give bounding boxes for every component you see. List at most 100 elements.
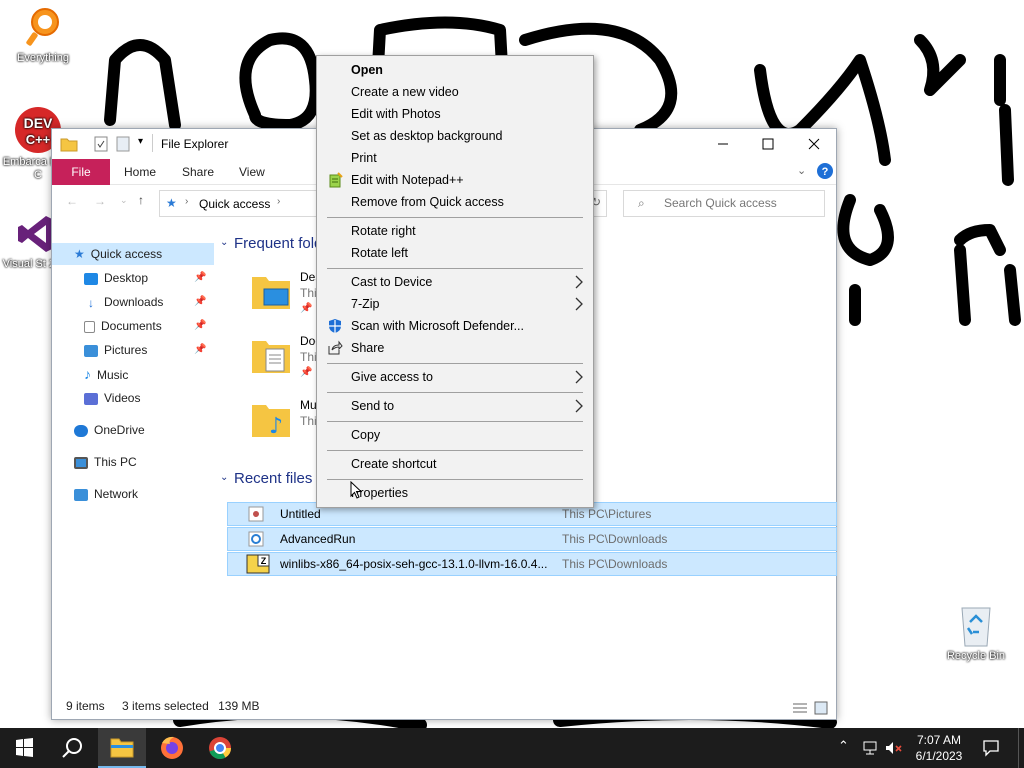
menu-item-edit-with-photos[interactable]: Edit with Photos [351, 103, 441, 125]
help-icon[interactable]: ? [817, 163, 833, 179]
menu-item-print[interactable]: Print [351, 147, 377, 169]
status-selected-size: 139 MB [218, 699, 260, 713]
start-icon[interactable] [0, 728, 48, 768]
recent-files-header[interactable]: Recent files ( [234, 470, 322, 487]
tab-home[interactable]: Home [110, 162, 170, 183]
pin-icon: 📌 [194, 296, 207, 307]
desktop-icon-everything[interactable]: Everything [5, 6, 81, 65]
sidebar: ★ Quick access Desktop 📌 ↓ Downloads 📌 Doc… [52, 235, 214, 705]
menu-separator [327, 363, 583, 364]
menu-item-share[interactable]: Share [351, 337, 384, 359]
sidebar-item-music[interactable]: ♪ Music [84, 363, 128, 385]
frequent-folders-header[interactable]: Frequent fold [234, 235, 322, 252]
svg-text:♪: ♪ [269, 414, 283, 439]
back-icon[interactable]: ← [66, 194, 78, 208]
sidebar-item-label: Documents [101, 319, 162, 333]
minimize-icon[interactable] [716, 137, 730, 151]
menu-item-create-new-video[interactable]: Create a new video [351, 81, 459, 103]
notification-center-icon[interactable] [982, 739, 1000, 757]
sidebar-item-desktop[interactable]: Desktop [84, 267, 148, 289]
defender-shield-icon [329, 319, 341, 333]
menu-item-rotate-right[interactable]: Rotate right [351, 220, 416, 242]
svg-text:DEV: DEV [24, 115, 53, 131]
chrome-icon[interactable] [196, 728, 244, 768]
qat-dropdown-icon[interactable]: ▾ [138, 136, 143, 147]
context-menu: Open Create a new video Edit with Photos… [316, 55, 594, 508]
status-item-count: 9 items [66, 699, 105, 713]
folder-icon [60, 138, 78, 152]
address-text[interactable]: Quick access [199, 197, 270, 211]
search-input[interactable]: ⌕ Search Quick access [623, 190, 825, 217]
menu-item-open[interactable]: Open [351, 59, 383, 81]
collapse-chevron-icon[interactable]: ⌄ [220, 472, 228, 483]
menu-separator [327, 268, 583, 269]
sidebar-item-network[interactable]: Network [74, 483, 138, 505]
magnifier-icon [26, 8, 59, 46]
music-icon: ♪ [84, 366, 91, 382]
menu-item-cast-to-device[interactable]: Cast to Device [351, 271, 432, 293]
download-icon: ↓ [88, 295, 94, 310]
tab-share[interactable]: Share [168, 162, 228, 183]
sidebar-item-pictures[interactable]: Pictures [84, 339, 147, 361]
maximize-icon[interactable] [761, 137, 775, 151]
menu-item-send-to[interactable]: Send to [351, 395, 394, 417]
videos-icon [84, 392, 98, 405]
clock[interactable]: 7:07 AM 6/1/2023 [906, 732, 972, 764]
firefox-icon[interactable] [148, 728, 196, 768]
tab-view[interactable]: View [225, 162, 279, 183]
breadcrumb-chevron-icon[interactable]: › [277, 196, 280, 207]
menu-item-edit-with-notepadpp[interactable]: Edit with Notepad++ [351, 169, 464, 191]
sidebar-item-label: Network [94, 487, 139, 501]
file-explorer-icon [110, 738, 134, 758]
desktop-folder-icon[interactable] [250, 271, 292, 313]
collapse-chevron-icon[interactable]: ⌄ [220, 237, 228, 248]
menu-item-remove-from-quick-access[interactable]: Remove from Quick access [351, 191, 504, 213]
tab-file[interactable]: File [52, 159, 110, 185]
taskbar: ⌃ 7:07 AM 6/1/2023 [0, 728, 1024, 768]
clock-date: 6/1/2023 [915, 749, 963, 763]
desktop-icon-recycle-bin[interactable]: Recycle Bin [938, 602, 1014, 663]
large-icons-view-icon[interactable] [814, 701, 828, 715]
desktop-icon [84, 272, 98, 285]
menu-item-7zip[interactable]: 7-Zip [351, 293, 379, 315]
search-icon[interactable] [48, 728, 96, 768]
volume-muted-icon[interactable] [884, 740, 904, 756]
recent-file-name: winlibs-x86_64-posix-seh-gcc-13.1.0-llvm… [280, 557, 548, 571]
music-folder-icon[interactable]: ♪ [250, 399, 292, 441]
properties-check-icon[interactable] [94, 136, 108, 152]
recent-file-row[interactable]: Z winlibs-x86_64-posix-seh-gcc-13.1.0-ll… [227, 552, 837, 576]
sidebar-item-this-pc[interactable]: This PC [74, 451, 137, 473]
menu-item-scan-with-defender[interactable]: Scan with Microsoft Defender... [351, 315, 524, 337]
menu-separator [327, 217, 583, 218]
file-explorer-taskbar-button[interactable] [98, 728, 146, 768]
sidebar-item-quick-access[interactable]: ★ Quick access [74, 243, 162, 265]
details-view-icon[interactable] [792, 702, 808, 714]
pictures-icon [84, 344, 98, 357]
sidebar-item-videos[interactable]: Videos [84, 387, 140, 409]
show-hidden-icons-chevron-icon[interactable]: ⌃ [838, 738, 849, 754]
forward-icon[interactable]: → [94, 194, 106, 208]
menu-item-rotate-left[interactable]: Rotate left [351, 242, 408, 264]
star-icon: ★ [166, 196, 177, 210]
ribbon-expand-icon[interactable]: ⌄ [797, 164, 806, 177]
up-icon[interactable]: ↑ [138, 193, 144, 207]
sidebar-item-onedrive[interactable]: OneDrive [74, 419, 145, 441]
sidebar-item-documents[interactable]: Documents [84, 315, 162, 337]
show-desktop-button[interactable] [1018, 728, 1019, 768]
submenu-arrow-icon [575, 275, 583, 289]
recent-file-row[interactable]: AdvancedRun This PC\Downloads [227, 527, 837, 551]
network-status-icon[interactable] [862, 740, 880, 756]
close-icon[interactable] [807, 137, 821, 151]
sidebar-item-label: Desktop [104, 271, 149, 285]
recent-locations-icon[interactable]: ⌄ [120, 195, 128, 206]
menu-separator [327, 392, 583, 393]
documents-folder-icon[interactable] [250, 335, 292, 377]
frequent-item[interactable]: Mu Thi [300, 397, 317, 429]
menu-item-set-desktop-background[interactable]: Set as desktop background [351, 125, 503, 147]
title-divider [152, 134, 153, 152]
menu-item-give-access-to[interactable]: Give access to [351, 366, 433, 388]
menu-item-create-shortcut[interactable]: Create shortcut [351, 453, 436, 475]
sidebar-item-downloads[interactable]: ↓ Downloads [84, 291, 163, 313]
new-folder-icon[interactable] [116, 136, 130, 152]
menu-item-copy[interactable]: Copy [351, 424, 380, 446]
